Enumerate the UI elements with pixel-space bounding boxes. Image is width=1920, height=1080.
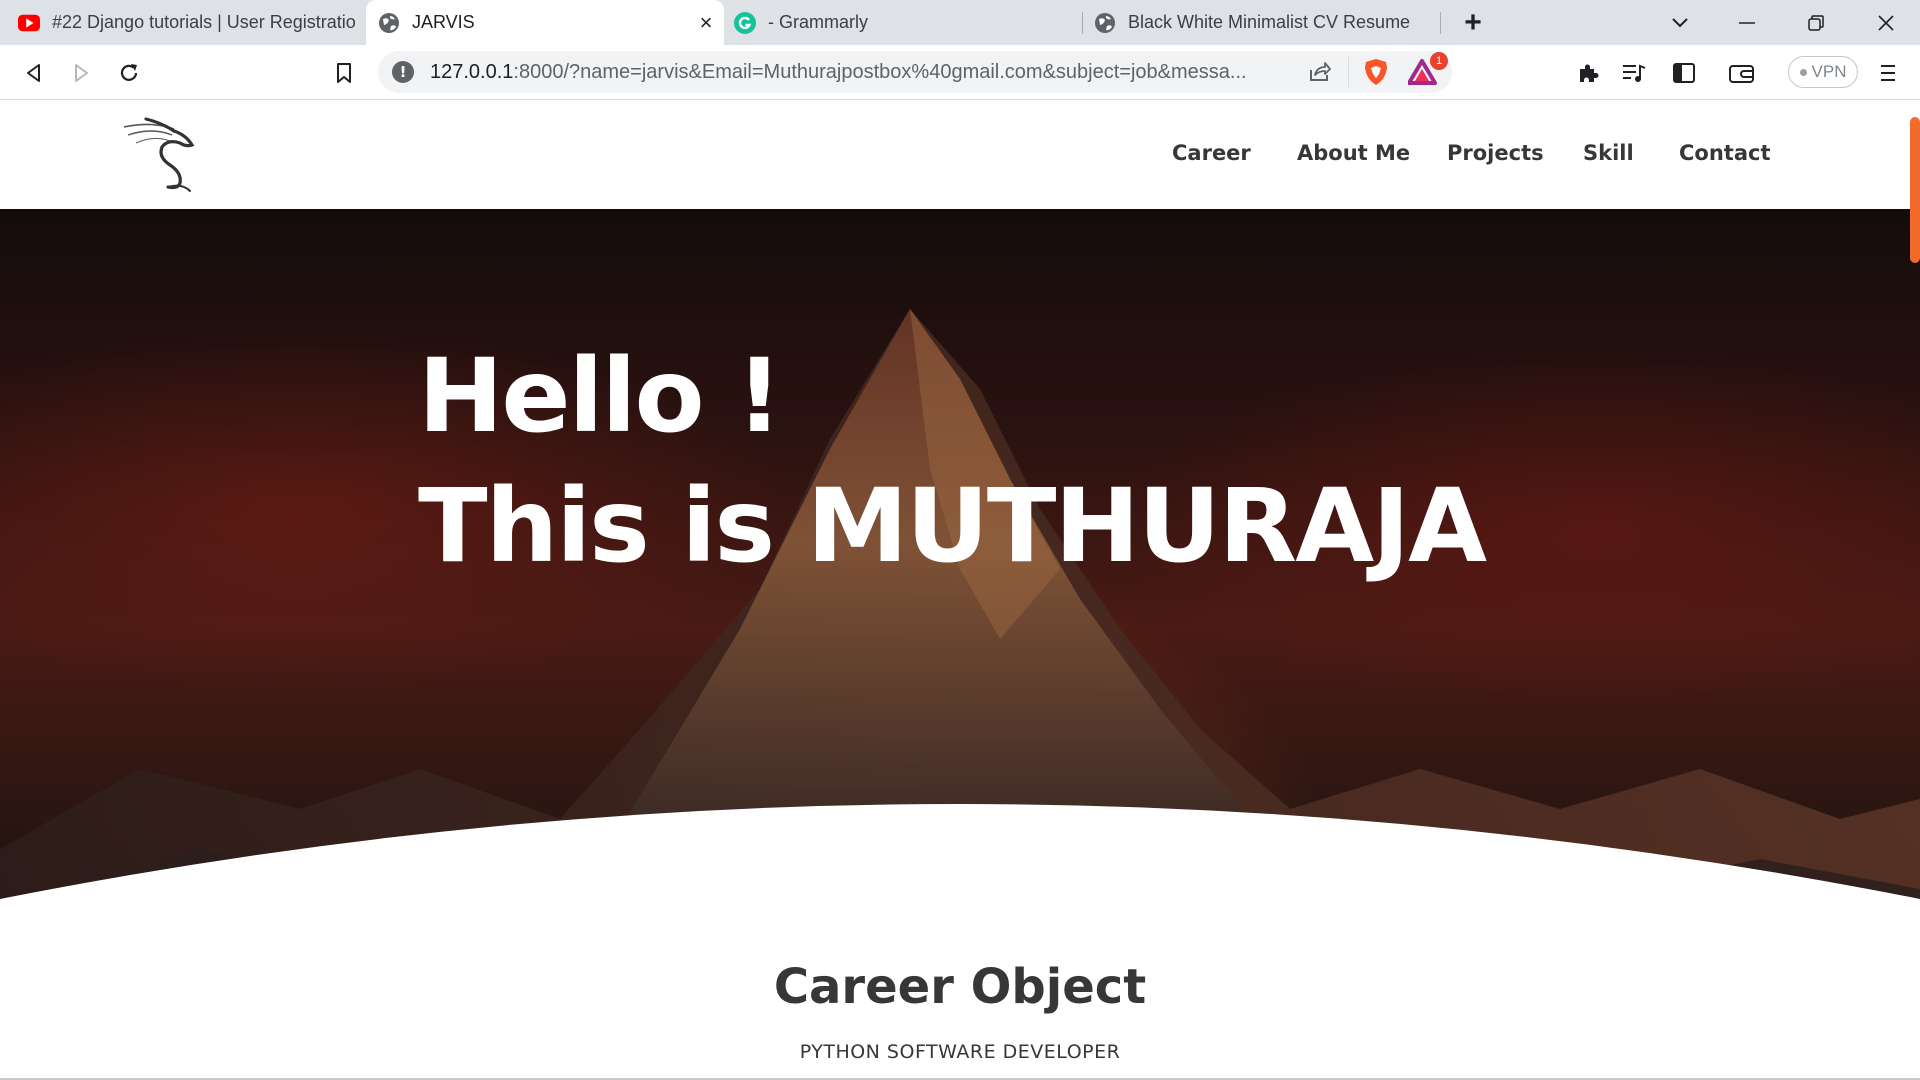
- grammarly-icon: [734, 11, 756, 34]
- browser-toolbar: ! 127.0.0.1:8000/?name=jarvis&Email=Muth…: [0, 45, 1920, 100]
- tab-separator: [1440, 12, 1441, 34]
- scroll-down-mouse-icon[interactable]: [937, 854, 973, 914]
- tab-search-icon[interactable]: [1660, 8, 1700, 38]
- tab-grammarly[interactable]: - Grammarly: [732, 0, 1072, 45]
- tab-separator: [1082, 12, 1083, 34]
- page-scrollbar[interactable]: [1910, 117, 1920, 263]
- career-section-subtitle: PYTHON SOFTWARE DEVELOPER: [799, 1041, 1121, 1063]
- page-viewport: Career About Me Projects Skill Contact H…: [0, 101, 1920, 1080]
- media-playlist-icon[interactable]: [1618, 57, 1650, 89]
- vpn-status-dot: [1799, 68, 1807, 76]
- url-host: 127.0.0.1: [430, 60, 514, 83]
- hero-greeting: Hello !: [418, 337, 783, 456]
- minimize-icon[interactable]: [1727, 8, 1767, 38]
- tab-strip: #22 Django tutorials | User Registratio …: [0, 0, 1920, 45]
- dragon-logo-icon[interactable]: [122, 117, 214, 193]
- hero-name-heading: This is MUTHURAJA: [418, 467, 1487, 586]
- tab-jarvis[interactable]: JARVIS: [366, 0, 724, 45]
- nav-skill-link[interactable]: Skill: [1583, 141, 1634, 165]
- nav-projects-link[interactable]: Projects: [1447, 141, 1544, 165]
- address-bar[interactable]: ! 127.0.0.1:8000/?name=jarvis&Email=Muth…: [378, 51, 1452, 93]
- extensions-icon[interactable]: [1572, 57, 1604, 89]
- wallet-icon[interactable]: [1726, 57, 1758, 89]
- tab-django-tutorial[interactable]: #22 Django tutorials | User Registratio: [18, 0, 358, 45]
- restore-icon[interactable]: [1796, 8, 1836, 38]
- url-text[interactable]: 127.0.0.1:8000/?name=jarvis&Email=Muthur…: [430, 61, 1300, 84]
- close-window-icon[interactable]: [1866, 8, 1906, 38]
- globe-icon: [378, 12, 400, 34]
- vpn-button[interactable]: VPN: [1788, 56, 1858, 88]
- menu-icon[interactable]: [1872, 57, 1904, 89]
- reload-icon[interactable]: [113, 57, 145, 89]
- tab-title: Black White Minimalist CV Resume: [1128, 12, 1411, 32]
- site-navbar: Career About Me Projects Skill Contact: [0, 101, 1920, 209]
- career-section-title: Career Object: [773, 959, 1147, 1015]
- youtube-icon: [18, 12, 40, 34]
- tab-title: - Grammarly: [768, 12, 868, 32]
- vpn-label: VPN: [1811, 62, 1847, 81]
- globe-icon: [1094, 12, 1116, 34]
- back-icon[interactable]: [18, 57, 50, 89]
- tab-title: JARVIS: [412, 12, 475, 32]
- new-tab-button[interactable]: +: [1458, 6, 1488, 39]
- tab-cv-resume[interactable]: Black White Minimalist CV Resume: [1094, 0, 1434, 45]
- nav-career-link[interactable]: Career: [1172, 141, 1251, 165]
- omnibox-divider: [1348, 57, 1349, 87]
- forward-icon[interactable]: [65, 57, 97, 89]
- brave-shield-icon[interactable]: [1362, 57, 1390, 92]
- tab-title: #22 Django tutorials | User Registratio: [52, 12, 356, 32]
- bookmark-icon[interactable]: [328, 57, 360, 89]
- url-path: :8000/?name=jarvis&Email=Muthurajpostbox…: [513, 60, 1247, 83]
- mouse-wheel: [955, 877, 958, 885]
- share-icon[interactable]: [1308, 61, 1332, 88]
- site-info-icon[interactable]: !: [392, 61, 414, 83]
- close-tab-icon[interactable]: ×: [694, 10, 718, 35]
- nav-contact-link[interactable]: Contact: [1679, 141, 1771, 165]
- nav-about-me-link[interactable]: About Me: [1297, 141, 1410, 165]
- sidebar-icon[interactable]: [1668, 57, 1700, 89]
- hero-section: Hello ! This is MUTHURAJA: [0, 209, 1920, 969]
- rewards-badge: 1: [1430, 52, 1448, 70]
